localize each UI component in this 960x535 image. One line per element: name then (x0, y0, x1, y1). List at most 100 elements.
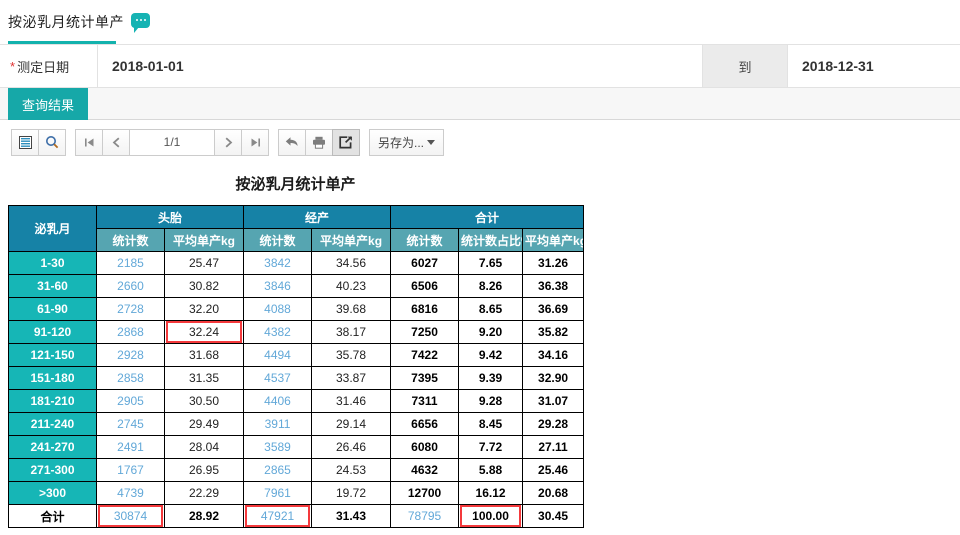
header-total-avg: 平均单产kg (522, 228, 585, 252)
header-multiparous-count: 统计数 (243, 228, 313, 252)
cell-first-parity-count[interactable]: 2745 (96, 412, 165, 436)
cell-multiparous-avg: 29.14 (311, 412, 392, 436)
cell-multiparous-avg: 31.46 (311, 389, 392, 413)
total-cell-multiparous-avg: 31.43 (311, 504, 392, 528)
table-row: 31-60 2660 30.82 3846 40.23 6506 8.26 36.38 (8, 274, 585, 298)
search-icon[interactable] (38, 128, 66, 156)
total-cell-total-count[interactable]: 78795 (390, 504, 460, 528)
total-cell-first-parity-count[interactable]: 30874 (96, 504, 165, 528)
row-label-lactation-month: >300 (8, 481, 97, 505)
row-label-lactation-month: 91-120 (8, 320, 97, 344)
cell-total-count: 7422 (390, 343, 460, 367)
start-date-input[interactable] (98, 45, 703, 87)
cell-total-count-pct: 9.20 (458, 320, 524, 344)
cell-total-count: 4632 (390, 458, 460, 482)
cell-first-parity-count[interactable]: 2905 (96, 389, 165, 413)
cell-multiparous-count[interactable]: 4494 (243, 343, 313, 367)
cell-first-parity-avg: 31.68 (163, 343, 245, 367)
chevron-down-icon (427, 139, 436, 145)
row-label-lactation-month: 151-180 (8, 366, 97, 390)
tab-query-result[interactable]: 查询结果 (8, 88, 89, 120)
cell-first-parity-count[interactable]: 2728 (96, 297, 165, 321)
cell-total-count-pct: 9.42 (458, 343, 524, 367)
view-button-group (11, 128, 66, 156)
page-indicator[interactable]: 1/1 (129, 128, 215, 156)
cell-first-parity-count[interactable]: 2185 (96, 251, 165, 275)
cell-total-count-pct: 8.26 (458, 274, 524, 298)
row-label-lactation-month: 1-30 (8, 251, 97, 275)
row-label-lactation-month: 241-270 (8, 435, 97, 459)
measure-date-label: * 测定日期 (0, 45, 98, 87)
cell-first-parity-count[interactable]: 2660 (96, 274, 165, 298)
cell-multiparous-avg: 40.23 (311, 274, 392, 298)
table-body: 1-30 2185 25.47 3842 34.56 6027 7.65 31.26 31-60… (8, 251, 585, 528)
filter-bar: * 测定日期 到 (0, 44, 960, 88)
cell-first-parity-count[interactable]: 2491 (96, 435, 165, 459)
cell-multiparous-count[interactable]: 3846 (243, 274, 313, 298)
cell-first-parity-avg: 30.82 (163, 274, 245, 298)
header-total-count: 统计数 (390, 228, 460, 252)
cell-first-parity-avg: 22.29 (163, 481, 245, 505)
header-lactation-month: 泌乳月 (8, 205, 97, 252)
header-group-multiparous: 经产 (243, 205, 392, 229)
last-page-icon[interactable] (241, 128, 269, 156)
cell-total-count: 7395 (390, 366, 460, 390)
first-page-icon[interactable] (75, 128, 103, 156)
end-date-input[interactable] (788, 45, 960, 87)
next-page-icon[interactable] (214, 128, 242, 156)
cell-first-parity-count[interactable]: 1767 (96, 458, 165, 482)
cell-first-parity-avg: 29.49 (163, 412, 245, 436)
table-row: 1-30 2185 25.47 3842 34.56 6027 7.65 31.26 (8, 251, 585, 275)
cell-first-parity-avg: 25.47 (163, 251, 245, 275)
comment-bubble-icon[interactable] (131, 12, 150, 33)
cell-total-count: 6656 (390, 412, 460, 436)
total-row-label: 合计 (8, 504, 97, 528)
cell-multiparous-count[interactable]: 7961 (243, 481, 313, 505)
list-view-icon[interactable] (11, 128, 39, 156)
cell-first-parity-count[interactable]: 4739 (96, 481, 165, 505)
cell-total-avg: 25.46 (522, 458, 585, 482)
total-cell-total-avg: 30.45 (522, 504, 585, 528)
back-arrow-icon[interactable] (278, 128, 306, 156)
prev-page-icon[interactable] (102, 128, 130, 156)
cell-total-count: 6816 (390, 297, 460, 321)
cell-total-count: 6080 (390, 435, 460, 459)
bubble-dots (131, 13, 150, 28)
cell-multiparous-count[interactable]: 4406 (243, 389, 313, 413)
cell-multiparous-avg: 39.68 (311, 297, 392, 321)
header-group-total: 合计 (390, 205, 585, 229)
cell-multiparous-count[interactable]: 3589 (243, 435, 313, 459)
table-row: 91-120 2868 32.24 4382 38.17 7250 9.20 35.82 (8, 320, 585, 344)
cell-total-count-pct: 16.12 (458, 481, 524, 505)
tab-report-title[interactable]: 按泌乳月统计单产 (8, 0, 156, 44)
cell-total-avg: 34.16 (522, 343, 585, 367)
cell-total-count: 6027 (390, 251, 460, 275)
cell-first-parity-count[interactable]: 2928 (96, 343, 165, 367)
table-row: 181-210 2905 30.50 4406 31.46 7311 9.28 31.07 (8, 389, 585, 413)
cell-multiparous-count[interactable]: 4537 (243, 366, 313, 390)
save-as-label: 另存为... (378, 135, 425, 150)
cell-total-avg: 36.38 (522, 274, 585, 298)
cell-multiparous-count[interactable]: 3842 (243, 251, 313, 275)
header-first-parity-count: 统计数 (96, 228, 165, 252)
cell-multiparous-count[interactable]: 3911 (243, 412, 313, 436)
cell-multiparous-avg: 38.17 (311, 320, 392, 344)
table-total-row: 合计 30874 28.92 47921 31.43 78795 100.00 30.45 (8, 504, 585, 528)
cell-first-parity-count[interactable]: 2858 (96, 366, 165, 390)
row-label-lactation-month: 31-60 (8, 274, 97, 298)
total-cell-multiparous-count[interactable]: 47921 (243, 504, 313, 528)
cell-total-count-pct: 7.65 (458, 251, 524, 275)
save-as-button[interactable]: 另存为... (369, 128, 445, 156)
cell-multiparous-count[interactable]: 4088 (243, 297, 313, 321)
cell-multiparous-count[interactable]: 4382 (243, 320, 313, 344)
lactation-month-yield-table: 泌乳月 头胎 经产 合计 统计数 平均单产kg 统计数 平均单产kg 统计数 统… (8, 205, 585, 528)
export-icon[interactable] (332, 128, 360, 156)
cell-first-parity-avg: 30.50 (163, 389, 245, 413)
header-group-first-parity: 头胎 (95, 205, 245, 229)
cell-multiparous-count[interactable]: 2865 (243, 458, 313, 482)
cell-total-avg: 36.69 (522, 297, 585, 321)
print-icon[interactable] (305, 128, 333, 156)
cell-first-parity-count[interactable]: 2868 (96, 320, 165, 344)
cell-total-count: 12700 (390, 481, 460, 505)
cell-total-count-pct: 8.45 (458, 412, 524, 436)
